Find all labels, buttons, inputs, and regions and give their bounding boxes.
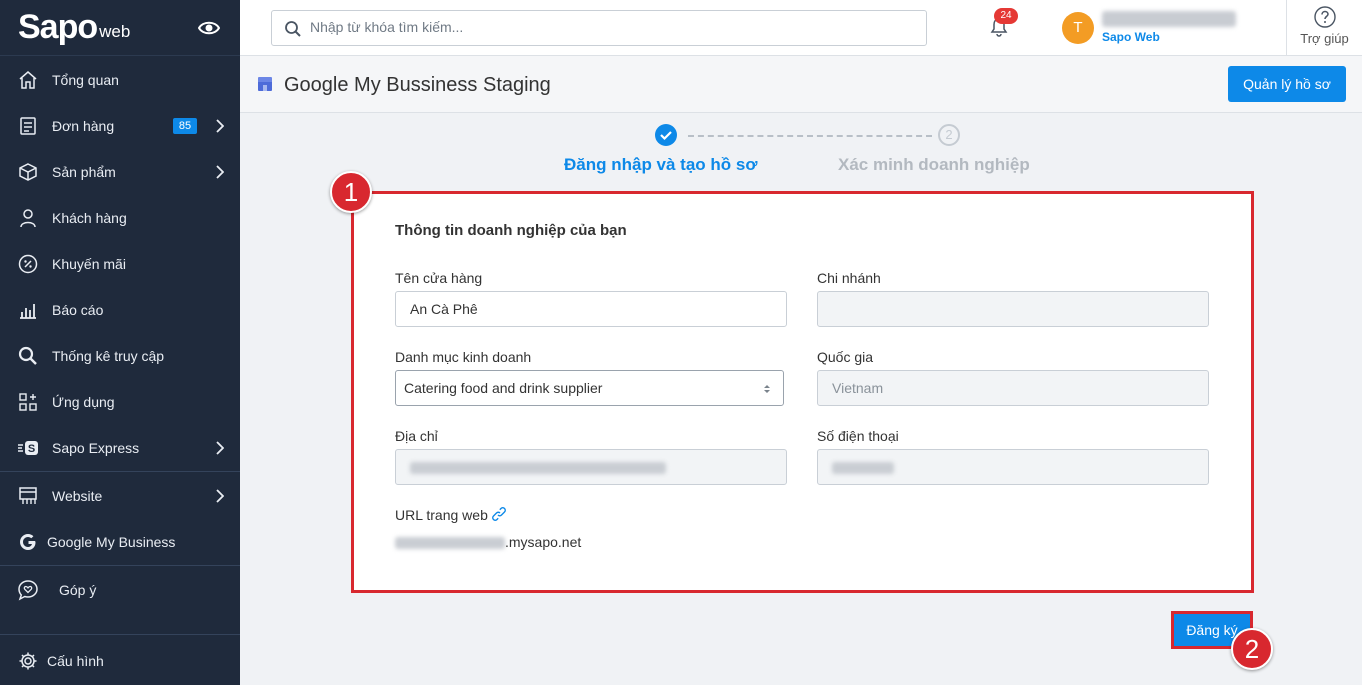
search-icon [285, 21, 301, 37]
country-input[interactable]: Vietnam [817, 370, 1209, 406]
sidebar-item-google-my-business[interactable]: Google My Business [0, 519, 240, 565]
website-icon [17, 485, 39, 507]
sidebar: Sapo web Tổng quan Đơn hàng 85 Sản phẩm … [0, 0, 240, 685]
logo-sub: web [99, 21, 131, 41]
sidebar-item-label: Sản phẩm [52, 164, 116, 180]
store-name-label: Tên cửa hàng [395, 270, 483, 286]
sidebar-item-feedback[interactable]: Góp ý [0, 567, 240, 613]
order-count-badge: 85 [173, 118, 197, 134]
search-icon [17, 345, 39, 367]
address-redacted [410, 462, 666, 474]
sidebar-item-label: Website [52, 488, 103, 504]
search-box[interactable] [271, 10, 927, 46]
chevron-right-icon [216, 165, 224, 179]
sidebar-item-label: Góp ý [59, 582, 97, 598]
eye-icon[interactable] [198, 18, 220, 38]
select-arrows-icon [764, 385, 770, 393]
help-icon [1313, 6, 1336, 28]
help-label: Trợ giúp [1300, 31, 1349, 46]
notification-badge: 24 [994, 8, 1018, 24]
sidebar-item-analytics[interactable]: Thống kê truy cập [0, 333, 240, 379]
step2-indicator: 2 [938, 124, 960, 146]
sidebar-item-reports[interactable]: Báo cáo [0, 287, 240, 333]
sidebar-item-label: Khách hàng [52, 210, 127, 226]
chevron-right-icon [216, 489, 224, 503]
sidebar-divider [0, 634, 240, 635]
address-input[interactable] [395, 449, 787, 485]
url-label: URL trang web [395, 507, 488, 523]
sidebar-item-settings[interactable]: Cấu hình [0, 638, 240, 684]
business-info-form: Thông tin doanh nghiệp của bạn Tên cửa h… [351, 191, 1254, 593]
step-connector [688, 135, 932, 137]
phone-redacted [832, 462, 894, 474]
percent-icon [17, 253, 39, 275]
store-icon [258, 77, 272, 91]
form-title: Thông tin doanh nghiệp của bạn [395, 222, 627, 239]
sidebar-item-label: Sapo Express [52, 440, 140, 456]
topbar: 24 T Sapo Web Trợ giúp [240, 0, 1362, 56]
feedback-icon [17, 579, 39, 601]
sidebar-item-label: Báo cáo [52, 302, 104, 318]
sidebar-divider [0, 471, 240, 472]
chevron-right-icon [216, 441, 224, 455]
sidebar-item-apps[interactable]: Ứng dụng [0, 379, 240, 425]
user-icon [17, 207, 39, 229]
box-icon [17, 161, 39, 183]
address-label: Địa chỉ [395, 428, 438, 444]
url-domain: .mysapo.net [505, 534, 582, 550]
callout-marker-2: 2 [1231, 628, 1273, 670]
step1-indicator [655, 124, 677, 146]
store-name-input[interactable]: An Cà Phê [395, 291, 787, 327]
link-icon[interactable] [491, 506, 507, 522]
store-name[interactable]: Sapo Web [1102, 30, 1160, 44]
phone-label: Số điện thoại [817, 428, 899, 444]
sidebar-item-label: Tổng quan [52, 72, 119, 88]
user-name-redacted [1102, 11, 1236, 27]
logo-main: Sapo [18, 8, 98, 46]
category-label: Danh mục kinh doanh [395, 349, 532, 365]
sidebar-item-products[interactable]: Sản phẩm [0, 149, 240, 195]
page-title: Google My Bussiness Staging [284, 74, 551, 96]
apps-icon [17, 391, 39, 413]
order-icon [17, 115, 39, 137]
home-icon [17, 69, 39, 91]
category-select[interactable]: Catering food and drink supplier [395, 370, 784, 406]
branch-label: Chi nhánh [817, 270, 881, 286]
category-selected-value: Catering food and drink supplier [404, 380, 603, 396]
country-label: Quốc gia [817, 349, 874, 365]
sidebar-item-label: Google My Business [47, 534, 176, 550]
branch-input[interactable] [817, 291, 1209, 327]
sidebar-item-promotions[interactable]: Khuyến mãi [0, 241, 240, 287]
google-icon [17, 531, 39, 553]
sidebar-item-label: Khuyến mãi [52, 256, 126, 272]
sidebar-item-sapo-express[interactable]: S Sapo Express [0, 425, 240, 471]
step1-label[interactable]: Đăng nhập và tạo hồ sơ [564, 155, 757, 175]
bar-chart-icon [17, 299, 39, 321]
logo[interactable]: Sapo web [0, 0, 240, 56]
help-button[interactable]: Trợ giúp [1286, 0, 1362, 56]
step2-label[interactable]: Xác minh doanh nghiệp [838, 155, 1030, 175]
url-redacted [395, 537, 505, 549]
search-input[interactable] [310, 19, 910, 35]
sidebar-item-label: Ứng dụng [52, 394, 115, 410]
sidebar-item-label: Thống kê truy cập [52, 348, 165, 364]
sidebar-item-website[interactable]: Website [0, 473, 240, 519]
sidebar-item-orders[interactable]: Đơn hàng 85 [0, 103, 240, 149]
page-header: Google My Bussiness Staging Quản lý hồ s… [240, 56, 1362, 113]
gear-icon [17, 650, 39, 672]
manage-profile-button[interactable]: Quản lý hồ sơ [1228, 66, 1346, 102]
sidebar-item-label: Đơn hàng [52, 118, 115, 134]
callout-marker-1: 1 [330, 171, 372, 213]
avatar[interactable]: T [1062, 12, 1094, 44]
svg-text:S: S [28, 443, 35, 455]
check-icon [660, 131, 672, 141]
sidebar-item-customers[interactable]: Khách hàng [0, 195, 240, 241]
sidebar-divider [0, 565, 240, 566]
sidebar-item-label: Cấu hình [47, 653, 104, 669]
chevron-right-icon [216, 119, 224, 133]
sidebar-item-overview[interactable]: Tổng quan [0, 57, 240, 103]
phone-input[interactable] [817, 449, 1209, 485]
express-icon: S [17, 437, 39, 459]
